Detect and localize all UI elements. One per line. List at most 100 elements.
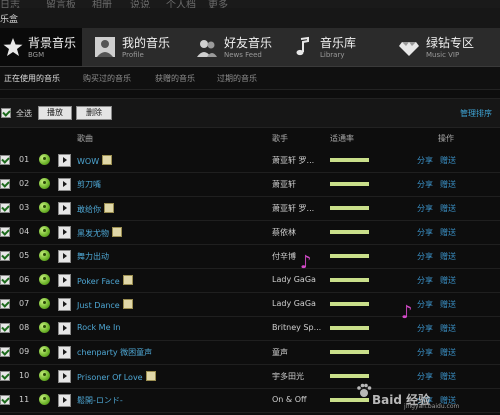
- row-checkbox[interactable]: [0, 371, 10, 381]
- favorite-icon[interactable]: [39, 274, 50, 285]
- play-button[interactable]: 播放: [38, 106, 72, 120]
- share-link[interactable]: 分享: [417, 155, 433, 166]
- nav-bgm[interactable]: 背景音乐 BGM: [0, 28, 82, 66]
- play-icon[interactable]: [58, 346, 71, 359]
- share-link[interactable]: 分享: [417, 347, 433, 358]
- play-icon[interactable]: [58, 154, 71, 167]
- top-link[interactable]: 留言板: [46, 0, 76, 8]
- tab-in-use[interactable]: 正在使用的音乐: [4, 73, 60, 84]
- row-checkbox[interactable]: [0, 251, 10, 261]
- gift-link[interactable]: 赠送: [440, 347, 456, 358]
- favorite-icon[interactable]: [39, 154, 50, 165]
- row-checkbox[interactable]: [0, 395, 10, 405]
- top-link[interactable]: 更多: [208, 0, 228, 8]
- lyrics-icon[interactable]: [112, 227, 122, 237]
- table-row[interactable]: 03 敢给你 萧亚轩 罗... 分享 赠送: [0, 196, 500, 221]
- play-icon[interactable]: [58, 370, 71, 383]
- share-link[interactable]: 分享: [417, 179, 433, 190]
- song-title[interactable]: 舞力出动: [77, 251, 109, 262]
- play-icon[interactable]: [58, 274, 71, 287]
- favorite-icon[interactable]: [39, 370, 50, 381]
- artist-name[interactable]: Britney Sp...: [272, 323, 328, 332]
- song-title[interactable]: chenparty 微困童声: [77, 347, 152, 358]
- share-link[interactable]: 分享: [417, 227, 433, 238]
- play-icon[interactable]: [58, 394, 71, 407]
- song-title[interactable]: WOW: [77, 155, 113, 166]
- tab-purchased[interactable]: 购买过的音乐: [83, 73, 131, 84]
- song-title[interactable]: 剪刀嘴: [77, 179, 101, 190]
- artist-name[interactable]: Lady GaGa: [272, 299, 328, 308]
- gift-link[interactable]: 赠送: [440, 179, 456, 190]
- favorite-icon[interactable]: [39, 394, 50, 405]
- artist-name[interactable]: On & Off: [272, 395, 328, 404]
- tab-gifted[interactable]: 获赠的音乐: [155, 73, 195, 84]
- share-link[interactable]: 分享: [417, 251, 433, 262]
- tab-expired[interactable]: 过期的音乐: [217, 73, 257, 84]
- share-link[interactable]: 分享: [417, 275, 433, 286]
- song-title[interactable]: 敢给你: [77, 203, 114, 215]
- table-row[interactable]: 08 Rock Me In Britney Sp... 分享 赠送: [0, 316, 500, 341]
- song-title[interactable]: Prisoner Of Love: [77, 371, 156, 382]
- row-checkbox[interactable]: [0, 227, 10, 237]
- share-link[interactable]: 分享: [417, 323, 433, 334]
- play-icon[interactable]: [58, 298, 71, 311]
- artist-name[interactable]: 萧亚轩: [272, 179, 328, 190]
- nav-profile[interactable]: 我的音乐 Profile: [94, 28, 182, 66]
- table-row[interactable]: 04 黑发尤物 蔡依林 分享 赠送: [0, 220, 500, 245]
- gift-link[interactable]: 赠送: [440, 155, 456, 166]
- gift-link[interactable]: 赠送: [440, 299, 456, 310]
- artist-name[interactable]: 童声: [272, 347, 328, 358]
- table-row[interactable]: 09 chenparty 微困童声 童声 分享 赠送: [0, 340, 500, 365]
- nav-library[interactable]: 音乐库 Library: [292, 28, 382, 66]
- row-checkbox[interactable]: [0, 347, 10, 357]
- table-row[interactable]: 06 Poker Face Lady GaGa 分享 赠送: [0, 268, 500, 293]
- lyrics-icon[interactable]: [145, 371, 156, 381]
- select-all-checkbox[interactable]: [1, 108, 11, 118]
- play-icon[interactable]: [58, 322, 71, 335]
- song-title[interactable]: Just Dance: [77, 299, 133, 310]
- row-checkbox[interactable]: [0, 299, 10, 309]
- artist-name[interactable]: 萧亚轩 罗...: [272, 203, 328, 214]
- delete-button[interactable]: 删除: [76, 106, 112, 120]
- gift-link[interactable]: 赠送: [440, 251, 456, 262]
- lyrics-icon[interactable]: [102, 155, 113, 165]
- artist-name[interactable]: Lady GaGa: [272, 275, 328, 284]
- song-title[interactable]: Poker Face: [77, 275, 133, 286]
- nav-vip[interactable]: 绿钻专区 Music VIP: [398, 28, 498, 66]
- favorite-icon[interactable]: [39, 346, 50, 357]
- song-title[interactable]: 鬆開-ロンド-: [77, 395, 123, 406]
- row-checkbox[interactable]: [0, 203, 10, 213]
- favorite-icon[interactable]: [39, 322, 50, 333]
- top-link[interactable]: 说说: [130, 0, 150, 8]
- table-row[interactable]: 01 WOW 萧亚轩 罗... 分享 赠送: [0, 148, 500, 173]
- artist-name[interactable]: 萧亚轩 罗...: [272, 155, 328, 166]
- lyrics-icon[interactable]: [122, 275, 133, 285]
- gift-link[interactable]: 赠送: [440, 323, 456, 334]
- table-row[interactable]: 05 舞力出动 付辛博 分享 赠送: [0, 244, 500, 269]
- row-checkbox[interactable]: [0, 275, 10, 285]
- top-link[interactable]: 日志: [0, 0, 20, 8]
- table-row[interactable]: 07 Just Dance Lady GaGa 分享 赠送: [0, 292, 500, 317]
- gift-link[interactable]: 赠送: [440, 371, 456, 382]
- row-checkbox[interactable]: [0, 323, 10, 333]
- gift-link[interactable]: 赠送: [440, 227, 456, 238]
- top-link[interactable]: 相册: [92, 0, 112, 8]
- favorite-icon[interactable]: [39, 226, 50, 237]
- favorite-icon[interactable]: [39, 298, 50, 309]
- gift-link[interactable]: 赠送: [440, 275, 456, 286]
- row-checkbox[interactable]: [0, 179, 10, 189]
- manage-sort-link[interactable]: 管理排序: [460, 108, 492, 119]
- play-icon[interactable]: [58, 178, 71, 191]
- lyrics-icon[interactable]: [104, 203, 114, 213]
- nav-newsfeed[interactable]: 好友音乐 News Feed: [196, 28, 286, 66]
- share-link[interactable]: 分享: [417, 371, 433, 382]
- artist-name[interactable]: 蔡依林: [272, 227, 328, 238]
- gift-link[interactable]: 赠送: [440, 203, 456, 214]
- favorite-icon[interactable]: [39, 178, 50, 189]
- favorite-icon[interactable]: [39, 202, 50, 213]
- lyrics-icon[interactable]: [122, 299, 133, 309]
- play-icon[interactable]: [58, 226, 71, 239]
- table-row[interactable]: 02 剪刀嘴 萧亚轩 分享 赠送: [0, 172, 500, 197]
- song-title[interactable]: 黑发尤物: [77, 227, 122, 239]
- play-icon[interactable]: [58, 250, 71, 263]
